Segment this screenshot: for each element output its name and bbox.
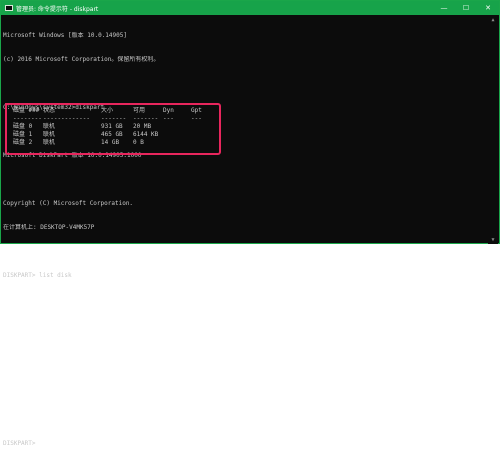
close-button[interactable]: ✕ [477,1,499,15]
cmd-icon [5,5,13,11]
vertical-scrollbar[interactable]: ▲ ▼ [488,16,498,244]
console-line: DISKPART> [3,440,36,447]
console-line: DISKPART> list disk [3,272,72,279]
scroll-up-arrow-icon[interactable]: ▲ [490,17,496,23]
console-line: Microsoft Windows [版本 10.0.14905] [3,32,127,39]
disk-list-highlight [5,103,221,155]
minimize-button[interactable]: — [433,1,455,15]
command-prompt-window: 管理员: 命令提示符 - diskpart — ☐ ✕ Microsoft Wi… [0,0,500,447]
console-line: 在计算机上: DESKTOP-V4MK57P [3,224,95,231]
maximize-button[interactable]: ☐ [455,1,477,15]
scroll-down-arrow-icon[interactable]: ▼ [490,237,496,243]
window-title: 管理员: 命令提示符 - diskpart [16,5,99,13]
console-line: (c) 2016 Microsoft Corporation。保留所有权利。 [3,56,160,63]
title-bar[interactable]: 管理员: 命令提示符 - diskpart — ☐ ✕ [1,1,499,15]
console-line: Copyright (C) Microsoft Corporation. [3,200,134,207]
